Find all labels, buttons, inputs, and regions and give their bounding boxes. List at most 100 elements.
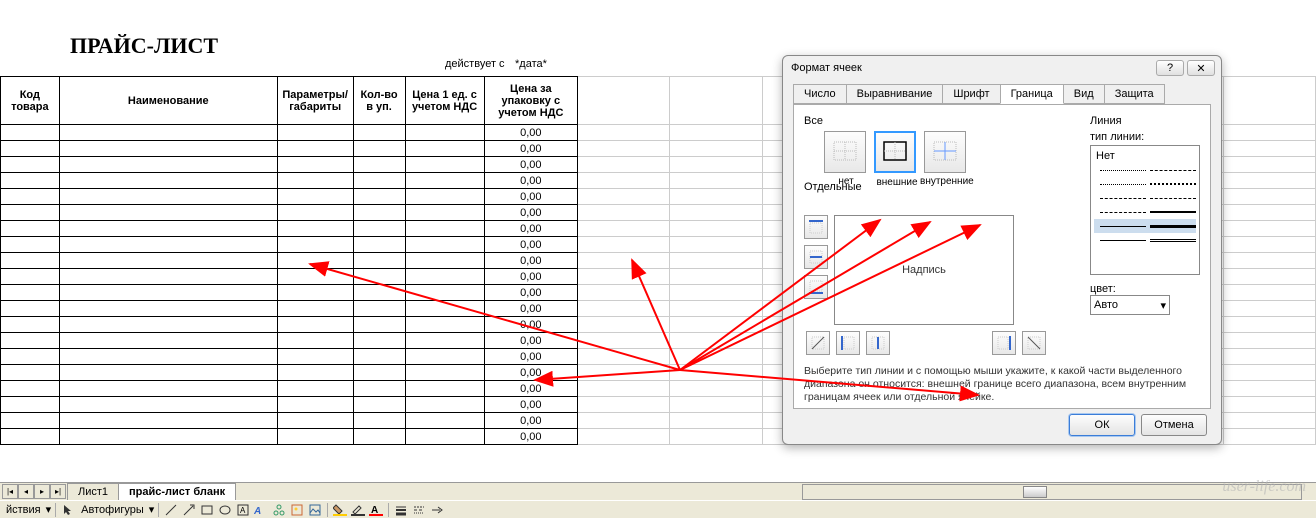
arrow-style-icon[interactable]	[429, 502, 445, 518]
preset-inside-button[interactable]: внутренние	[924, 131, 966, 173]
pack-price-cell[interactable]: 0,00	[484, 381, 578, 397]
preset-outline-button[interactable]: внешние	[874, 131, 916, 173]
drawing-toolbar: йствия▾ Автофигуры▾ A A A	[0, 500, 1316, 518]
font-color-icon[interactable]: A	[368, 502, 384, 518]
line-style-4[interactable]	[1094, 205, 1196, 219]
border-vmid-button[interactable]	[866, 331, 890, 355]
arrow-icon[interactable]	[181, 502, 197, 518]
pack-price-cell[interactable]: 0,00	[484, 413, 578, 429]
dropdown-icon: ▾	[1160, 299, 1166, 312]
pointer-icon[interactable]	[60, 502, 76, 518]
tab-nav-first[interactable]: |◂	[2, 484, 18, 499]
header-params[interactable]: Параметры/ габариты	[277, 77, 353, 125]
effective-from-value: *дата*	[515, 58, 615, 76]
toolbar-autoshapes[interactable]: Автофигуры	[78, 503, 147, 517]
color-value: Авто	[1094, 299, 1118, 311]
svg-text:A: A	[240, 506, 246, 515]
pack-price-cell[interactable]: 0,00	[484, 173, 578, 189]
clipart-icon[interactable]	[289, 502, 305, 518]
tab-fill[interactable]: Вид	[1063, 84, 1105, 104]
preset-none-label: нет	[820, 176, 872, 187]
fill-color-icon[interactable]	[332, 502, 348, 518]
border-top-button[interactable]	[804, 215, 828, 239]
pack-price-cell[interactable]: 0,00	[484, 157, 578, 173]
pack-price-cell[interactable]: 0,00	[484, 285, 578, 301]
pack-price-cell[interactable]: 0,00	[484, 205, 578, 221]
border-right-button[interactable]	[992, 331, 1016, 355]
border-bottom-button[interactable]	[804, 275, 828, 299]
wordart-icon[interactable]: A	[253, 502, 269, 518]
tab-nav-prev[interactable]: ◂	[18, 484, 34, 499]
pack-price-cell[interactable]: 0,00	[484, 125, 578, 141]
line-group-label: Линия	[1090, 115, 1200, 127]
header-code[interactable]: Код товара	[1, 77, 60, 125]
line-style-2[interactable]	[1094, 177, 1196, 191]
hint-text: Выберите тип линии и с помощью мыши укаж…	[804, 365, 1200, 404]
tab-border[interactable]: Граница	[1000, 84, 1064, 104]
toolbar-actions[interactable]: йствия	[3, 503, 44, 517]
pack-price-cell[interactable]: 0,00	[484, 349, 578, 365]
preset-outline-label: внешние	[871, 177, 923, 188]
header-price[interactable]: Цена 1 ед. с учетом НДС	[405, 77, 484, 125]
pack-price-cell[interactable]: 0,00	[484, 253, 578, 269]
line-style-3[interactable]	[1094, 191, 1196, 205]
pack-price-cell[interactable]: 0,00	[484, 429, 578, 445]
oval-icon[interactable]	[217, 502, 233, 518]
line-color-icon[interactable]	[350, 502, 366, 518]
dialog-title: Формат ячеек	[789, 62, 1153, 74]
watermark: user-life.com	[1222, 478, 1306, 496]
line-style-6[interactable]	[1094, 233, 1196, 247]
tab-align[interactable]: Выравнивание	[846, 84, 944, 104]
tab-nav-last[interactable]: ▸|	[50, 484, 66, 499]
border-diag-up-button[interactable]	[806, 331, 830, 355]
line-style-label: тип линии:	[1090, 131, 1200, 143]
line-style-none[interactable]: Нет	[1094, 149, 1196, 163]
pack-price-cell[interactable]: 0,00	[484, 237, 578, 253]
scrollbar-thumb[interactable]	[1023, 486, 1047, 498]
border-preview[interactable]: Надпись	[834, 215, 1014, 325]
pack-price-cell[interactable]: 0,00	[484, 333, 578, 349]
pack-price-cell[interactable]: 0,00	[484, 301, 578, 317]
border-diag-down-button[interactable]	[1022, 331, 1046, 355]
preset-inside-label: внутренние	[920, 176, 972, 187]
tab-nav-next[interactable]: ▸	[34, 484, 50, 499]
pack-price-cell[interactable]: 0,00	[484, 221, 578, 237]
ok-button[interactable]: ОК	[1069, 414, 1135, 436]
line-style-list[interactable]: Нет	[1090, 145, 1200, 275]
diagram-icon[interactable]	[271, 502, 287, 518]
rectangle-icon[interactable]	[199, 502, 215, 518]
svg-text:A: A	[254, 506, 261, 516]
color-label: цвет:	[1090, 283, 1200, 295]
header-packprice[interactable]: Цена за упаковку с учетом НДС	[484, 77, 578, 125]
pack-price-cell[interactable]: 0,00	[484, 141, 578, 157]
pack-price-cell[interactable]: 0,00	[484, 365, 578, 381]
dash-style-icon[interactable]	[411, 502, 427, 518]
header-name[interactable]: Наименование	[59, 77, 277, 125]
header-qty[interactable]: Кол-во в уп.	[353, 77, 405, 125]
tab-number[interactable]: Число	[793, 84, 847, 104]
line-weight-icon[interactable]	[393, 502, 409, 518]
line-style-1[interactable]	[1094, 163, 1196, 177]
close-button[interactable]: ✕	[1187, 60, 1215, 76]
pack-price-cell[interactable]: 0,00	[484, 189, 578, 205]
textbox-icon[interactable]: A	[235, 502, 251, 518]
cancel-button[interactable]: Отмена	[1141, 414, 1207, 436]
preset-none-button[interactable]: нет	[824, 131, 866, 173]
line-style-5[interactable]	[1094, 219, 1196, 233]
pack-price-cell[interactable]: 0,00	[484, 269, 578, 285]
tab-font[interactable]: Шрифт	[942, 84, 1000, 104]
help-button[interactable]: ?	[1156, 60, 1184, 76]
border-hmid-button[interactable]	[804, 245, 828, 269]
pack-price-cell[interactable]: 0,00	[484, 397, 578, 413]
picture-icon[interactable]	[307, 502, 323, 518]
tab-protect[interactable]: Защита	[1104, 84, 1165, 104]
format-cells-dialog: Формат ячеек ? ✕ Число Выравнивание Шриф…	[782, 55, 1222, 445]
border-left-button[interactable]	[836, 331, 860, 355]
sheet-tab-2[interactable]: прайс-лист бланк	[118, 483, 236, 500]
sheet-tab-1[interactable]: Лист1	[67, 483, 119, 500]
color-select[interactable]: Авто ▾	[1090, 295, 1170, 315]
sheet-title: ПРАЙС-ЛИСТ	[70, 28, 360, 58]
line-icon[interactable]	[163, 502, 179, 518]
pack-price-cell[interactable]: 0,00	[484, 317, 578, 333]
effective-from-label: действует с	[445, 58, 515, 76]
